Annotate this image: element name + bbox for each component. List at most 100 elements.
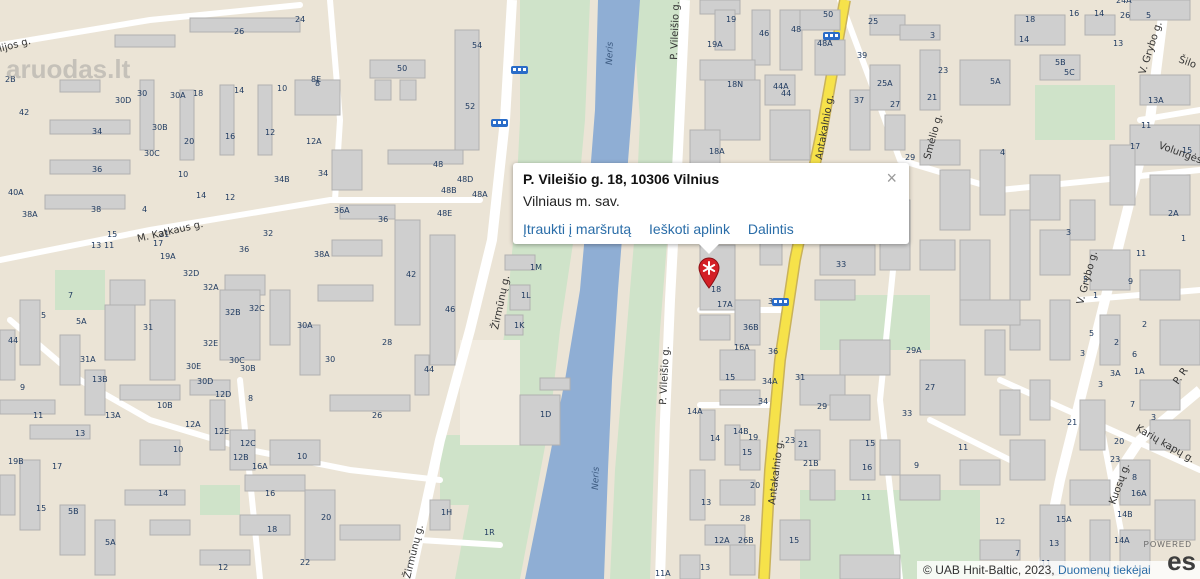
house-number: 13 xyxy=(701,498,711,507)
house-number: 4 xyxy=(142,205,147,214)
house-number: 15 xyxy=(742,448,752,457)
house-number: 12D xyxy=(215,390,231,399)
house-number: 3 xyxy=(930,31,935,40)
house-number: 12 xyxy=(218,563,228,572)
map-attribution: © UAB Hnit-Baltic, 2023, Duomenų tiekėja… xyxy=(917,561,1200,579)
house-number: 2 xyxy=(1114,338,1119,347)
house-number: 16 xyxy=(225,132,235,141)
house-number: 23 xyxy=(938,66,948,75)
house-number: 26 xyxy=(372,411,382,420)
house-number: 12A xyxy=(714,536,730,545)
house-number: 30D xyxy=(197,377,213,386)
share-link[interactable]: Dalintis xyxy=(748,221,794,237)
house-number: 3 xyxy=(1066,228,1071,237)
house-number: 48A xyxy=(472,190,488,199)
house-number: 15 xyxy=(725,373,735,382)
house-number: 11 xyxy=(861,493,871,502)
house-number: 18A xyxy=(709,147,725,156)
house-number: 34 xyxy=(758,397,768,406)
house-number: 10 xyxy=(277,84,287,93)
data-providers-link[interactable]: Duomenų tiekėjai xyxy=(1058,563,1151,577)
add-to-route-link[interactable]: Įtraukti į maršrutą xyxy=(523,221,631,237)
house-number: 13A xyxy=(105,411,121,420)
house-number: 29A xyxy=(906,346,922,355)
house-number: 32 xyxy=(263,229,273,238)
house-number: 34 xyxy=(92,127,102,136)
house-number: 20 xyxy=(1114,437,1124,446)
house-number: 12 xyxy=(225,193,235,202)
house-number: 5B xyxy=(1055,58,1066,67)
house-number: 30C xyxy=(144,149,160,158)
house-number: 23 xyxy=(1110,455,1120,464)
house-number: 9 xyxy=(1128,277,1133,286)
house-number: 18 xyxy=(1025,15,1035,24)
house-number: 50 xyxy=(823,10,833,19)
house-number: 33 xyxy=(836,260,846,269)
house-number: 11 xyxy=(958,443,968,452)
house-number: 27 xyxy=(925,383,935,392)
house-number: 2 xyxy=(1142,320,1147,329)
house-number: 48D xyxy=(457,175,473,184)
house-number: 20 xyxy=(750,481,760,490)
house-number: 29 xyxy=(905,153,915,162)
house-number: 18 xyxy=(193,89,203,98)
house-number: 21B xyxy=(803,459,819,468)
house-number: 32E xyxy=(203,339,218,348)
house-number: 14B xyxy=(733,427,749,436)
house-number: 8 xyxy=(248,394,253,403)
house-number: 37 xyxy=(854,96,864,105)
park-area xyxy=(200,485,240,515)
house-number: 5C xyxy=(1064,68,1075,77)
house-number: 16A xyxy=(1131,489,1147,498)
house-number: 36B xyxy=(743,323,759,332)
house-number: 24 xyxy=(295,15,305,24)
house-number: 1M xyxy=(530,263,542,272)
park-area xyxy=(55,270,105,310)
house-number: 39 xyxy=(857,51,867,60)
attribution-text: © UAB Hnit-Baltic, 2023, xyxy=(923,563,1055,577)
house-number: 44 xyxy=(781,89,791,98)
house-number: 34A xyxy=(762,377,778,386)
house-number: 31A xyxy=(80,355,96,364)
house-number: 40A xyxy=(8,188,24,197)
house-number: 32D xyxy=(183,269,199,278)
house-number: 44 xyxy=(424,365,434,374)
map-canvas[interactable]: 24 26 2B 30D 30 30A 18 14 10 8 8E 42 34 30B 20 16 12 12A 3… xyxy=(0,0,1200,579)
house-number: 11 xyxy=(104,241,114,250)
popup-actions: Įtraukti į maršrutą Ieškoti aplink Dalin… xyxy=(523,221,808,237)
house-number: 48 xyxy=(433,160,443,169)
house-number: 14 xyxy=(1019,35,1029,44)
river-label-neris: Neris xyxy=(591,466,602,490)
location-marker-icon[interactable] xyxy=(697,257,721,289)
house-number: 19 xyxy=(748,433,758,442)
house-number: 12E xyxy=(214,427,229,436)
house-number: 42 xyxy=(19,108,29,117)
house-number: 32C xyxy=(249,304,265,313)
house-number: 14 xyxy=(234,86,244,95)
house-number: 15A xyxy=(1056,515,1072,524)
search-nearby-link[interactable]: Ieškoti aplink xyxy=(649,221,730,237)
house-number: 27 xyxy=(890,100,900,109)
house-number: 19A xyxy=(707,40,723,49)
close-icon[interactable]: × xyxy=(886,169,897,187)
house-number: 17 xyxy=(52,462,62,471)
house-number: 13A xyxy=(1148,96,1164,105)
house-number: 14 xyxy=(158,489,168,498)
house-number: 34B xyxy=(274,175,290,184)
map-tiles[interactable]: 24262B30D30 30A 18 14 1088E4234 30B2016 1212A3… xyxy=(0,0,1200,579)
house-number: 9 xyxy=(20,383,25,392)
house-number: 3 xyxy=(1151,413,1156,422)
house-number: 7 xyxy=(1130,400,1135,409)
house-number: 12 xyxy=(265,128,275,137)
house-number: 12B xyxy=(233,453,249,462)
house-number: 32A xyxy=(203,283,219,292)
house-number: 36 xyxy=(239,245,249,254)
house-number: 13 xyxy=(700,563,710,572)
house-number: 14A xyxy=(687,407,703,416)
aruodas-watermark: aruodas.lt xyxy=(6,54,131,84)
house-number: 7 xyxy=(1015,549,1020,558)
house-number: 34 xyxy=(318,169,328,178)
house-number: 1A xyxy=(1134,367,1145,376)
house-number: 17 xyxy=(1130,142,1140,151)
house-number: 8E xyxy=(311,75,321,84)
